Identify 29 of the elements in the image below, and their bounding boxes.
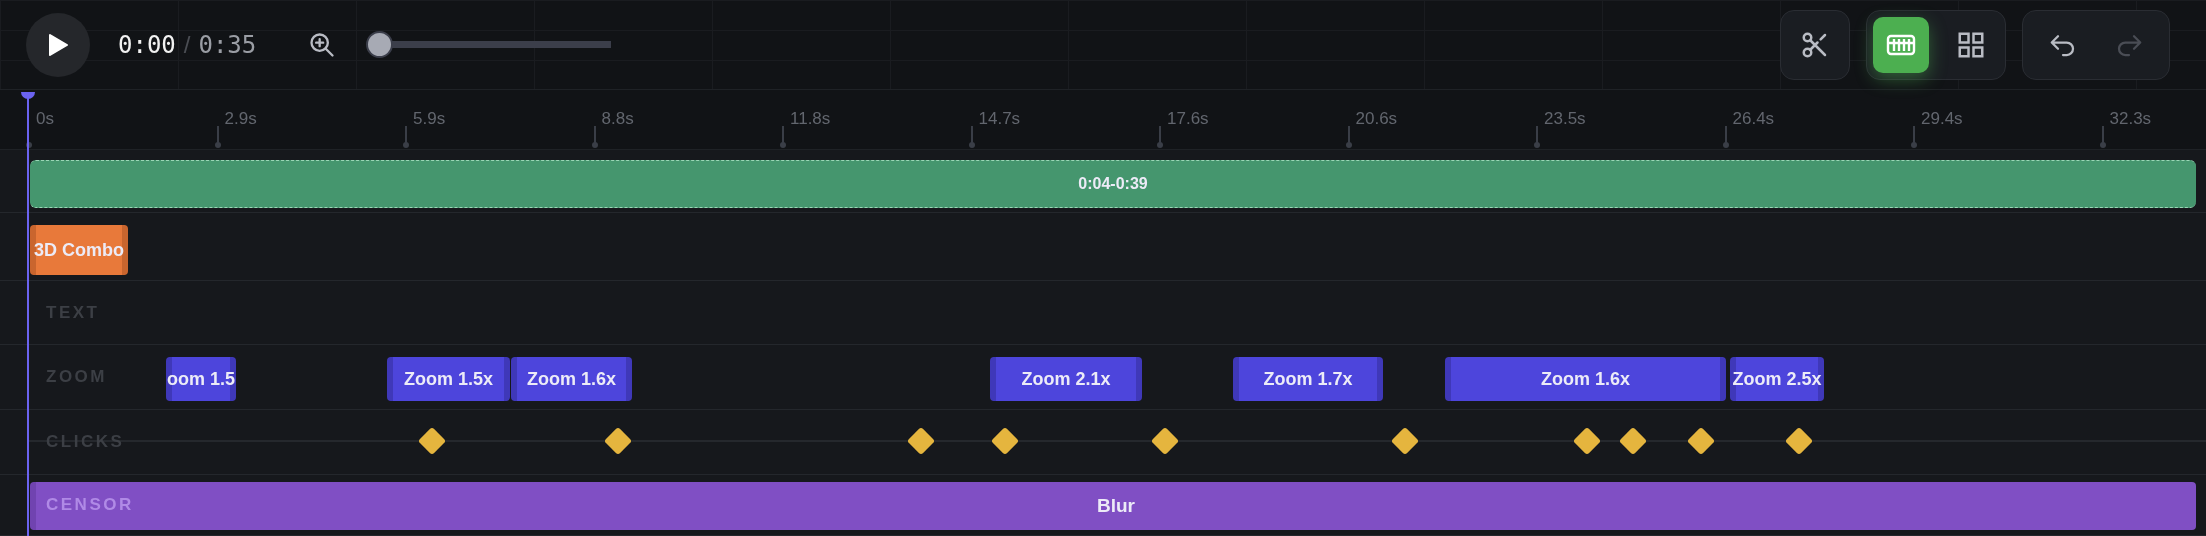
slider-thumb[interactable] bbox=[366, 31, 394, 58]
tick-label: 5.9s bbox=[413, 108, 446, 130]
duration: 0:35 bbox=[198, 29, 257, 61]
time-separator: / bbox=[183, 29, 191, 60]
tick-label: 32.3s bbox=[2109, 108, 2152, 130]
zoom-clip[interactable]: Zoom 1.7x bbox=[1233, 357, 1383, 401]
tick-label: 26.4s bbox=[1732, 108, 1775, 130]
tick-label: 29.4s bbox=[1921, 108, 1963, 130]
track-label: CENSOR bbox=[46, 494, 134, 517]
timeline-view-button[interactable] bbox=[1873, 16, 1929, 73]
zoom-clip[interactable]: Zoom 1.5x bbox=[387, 357, 510, 401]
current-time: 0:00 bbox=[118, 29, 176, 61]
tick-label: 23.5s bbox=[1544, 108, 1586, 130]
zoom-in-icon bbox=[308, 30, 337, 59]
tick-label: 20.6s bbox=[1355, 108, 1398, 130]
zoom-clip[interactable]: Zoom 1.6x bbox=[1445, 357, 1726, 401]
tick-label: 8.8s bbox=[601, 108, 634, 130]
tick-label: 11.8s bbox=[790, 108, 831, 130]
playhead[interactable] bbox=[21, 92, 35, 536]
tick-label: 14.7s bbox=[978, 108, 1021, 130]
tick-label: 0s bbox=[36, 108, 54, 130]
trim-range-bar[interactable]: 0:04-0:39 bbox=[30, 160, 2196, 208]
play-icon bbox=[47, 32, 69, 57]
zoom-clip[interactable]: Zoom 2.5x bbox=[1730, 357, 1824, 401]
zoom-clip[interactable]: Zoom 1.6x bbox=[511, 357, 632, 401]
zoom-clip[interactable]: Zoom 2.1x bbox=[990, 357, 1142, 401]
zoom-clip[interactable]: oom 1.5 bbox=[166, 357, 236, 401]
tick-label: 17.6s bbox=[1167, 108, 1209, 130]
tick-label: 2.9s bbox=[224, 108, 257, 130]
